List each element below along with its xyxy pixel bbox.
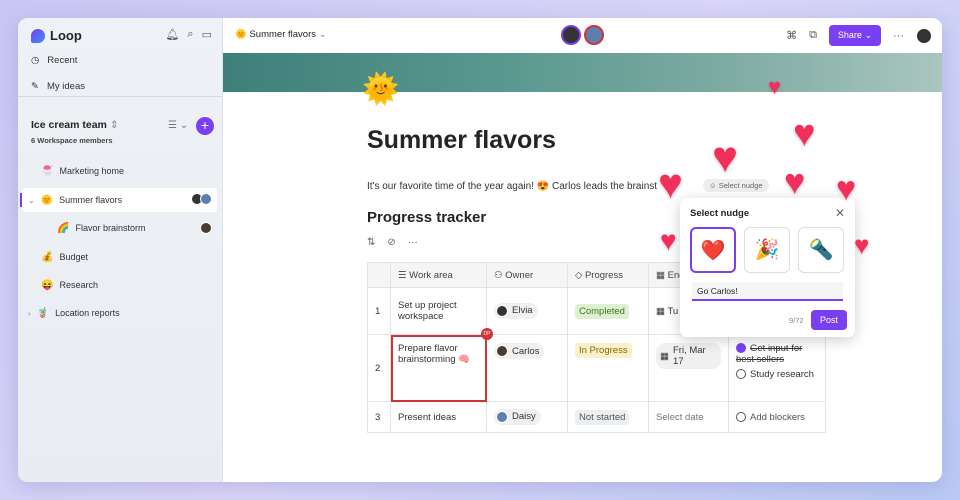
- nudge-party[interactable]: 🎉: [744, 227, 790, 273]
- copy-icon[interactable]: ⧉: [809, 29, 817, 42]
- workspace-members: 6 Workspace members: [31, 136, 113, 145]
- char-count: 9/72: [789, 316, 804, 325]
- nudge-heart[interactable]: ❤️: [690, 227, 736, 273]
- sidebar-item-summer-flavors[interactable]: ⌄ 🌞 Summer flavors: [20, 188, 217, 212]
- heart-icon: ♥: [836, 170, 857, 208]
- nav-my-ideas[interactable]: ✎ My ideas: [31, 81, 85, 92]
- owner-chip[interactable]: Carlos: [494, 343, 545, 359]
- heart-icon: ♥: [854, 230, 870, 260]
- sidebar-item-marketing-home[interactable]: 🍧 Marketing home: [22, 159, 217, 183]
- nudge-message-input[interactable]: Go Carlos!: [692, 282, 843, 301]
- search-icon[interactable]: ⌕: [187, 28, 193, 41]
- section-heading: Progress tracker: [367, 209, 487, 226]
- panel-icon[interactable]: ▭: [202, 28, 212, 41]
- status-badge[interactable]: In Progress: [575, 343, 632, 358]
- nav-label: My ideas: [46, 81, 85, 92]
- divider: [18, 96, 222, 97]
- share-button[interactable]: Share ⌄: [828, 25, 881, 46]
- heart-icon: ♥: [712, 133, 739, 182]
- paragraph: It's our favorite time of the year again…: [367, 181, 658, 192]
- ideas-icon: ✎: [31, 81, 39, 92]
- chevron-updown-icon: ⇕: [109, 119, 119, 131]
- more-icon[interactable]: ···: [408, 237, 418, 248]
- sidebar-item-research[interactable]: 😝 Research: [22, 273, 217, 297]
- heart-icon: ♥: [660, 225, 677, 256]
- page-breadcrumb[interactable]: 🌞 Summer flavors ⌄: [235, 29, 327, 40]
- owner-chip[interactable]: Elvia: [494, 302, 538, 319]
- app-name: Loop: [50, 28, 82, 43]
- work-cell[interactable]: Present ideas: [390, 401, 487, 433]
- loop-components-icon[interactable]: ⌘: [786, 29, 797, 42]
- task[interactable]: Study research: [736, 369, 818, 380]
- nudge-spotlight[interactable]: 🔦: [798, 227, 844, 273]
- sidebar-item-location-reports[interactable]: › 🧋 Location reports: [22, 301, 217, 325]
- add-button[interactable]: +: [196, 117, 214, 135]
- avatar[interactable]: [916, 27, 932, 44]
- heart-icon: ♥: [658, 160, 683, 207]
- table-row: 2 Prepare flavor brainstorming 🧠 DP Carlo…: [367, 328, 826, 402]
- owner-chip[interactable]: Daisy: [494, 408, 541, 425]
- heart-icon: ♥: [768, 74, 782, 99]
- post-button[interactable]: Post: [811, 310, 848, 330]
- nav-recent[interactable]: ◷ Recent: [31, 55, 77, 66]
- app-window: Loop 🔔︎ ⌕ ▭ ◷ Recent ✎ My ideas Ice cream te…: [18, 18, 942, 482]
- clock-icon: ◷: [31, 55, 40, 66]
- sidebar: Loop 🔔︎ ⌕ ▭ ◷ Recent ✎ My ideas Ice cream te…: [18, 18, 223, 482]
- more-icon[interactable]: ···: [893, 30, 904, 42]
- workspace-name[interactable]: Ice cream team ⇕: [31, 119, 119, 131]
- heart-icon: ♥: [793, 113, 816, 155]
- date-cell[interactable]: Select date: [648, 401, 729, 433]
- sort-icon[interactable]: ⇅: [367, 237, 375, 248]
- table-row: 3 Present ideas Daisy Not started Select …: [367, 401, 826, 433]
- collaborators: [561, 25, 604, 45]
- nav-label: Recent: [47, 55, 78, 66]
- task[interactable]: Add blockers: [728, 401, 826, 433]
- avatar: [200, 193, 212, 205]
- bell-icon[interactable]: 🔔︎: [165, 28, 179, 41]
- work-cell[interactable]: Set up project workspace: [390, 287, 487, 335]
- avatar: [561, 25, 581, 45]
- loop-logo-icon: [31, 28, 45, 43]
- nudge-popup: Select nudge ✕ ❤️ 🎉 🔦 Go Carlos! 9/72 Po…: [680, 198, 855, 337]
- hide-icon[interactable]: ⊘: [387, 237, 395, 248]
- heart-icon: ♥: [784, 161, 806, 202]
- app-logo[interactable]: Loop: [31, 28, 82, 43]
- avatar: [200, 222, 212, 234]
- status-badge[interactable]: Not started: [575, 409, 630, 425]
- page-emoji-icon[interactable]: 🌞: [362, 72, 399, 107]
- sidebar-item-budget[interactable]: 💰 Budget: [22, 245, 217, 269]
- top-bar: 🌞 Summer flavors ⌄ ⌘ ⧉ Share ⌄ ···: [223, 18, 942, 53]
- popup-title: Select nudge: [690, 208, 750, 219]
- chevron-down-icon: ⌄: [28, 195, 35, 205]
- cover-image: [223, 53, 942, 92]
- task-done[interactable]: Get input for best sellers: [736, 343, 818, 365]
- sort-menu-icon[interactable]: ☰ ⌄: [168, 120, 188, 131]
- page-title: Summer flavors: [367, 126, 556, 154]
- status-badge[interactable]: Completed: [575, 303, 629, 319]
- chevron-right-icon: ›: [28, 308, 31, 318]
- sidebar-item-flavor-brainstorm[interactable]: 🌈 Flavor brainstorm: [22, 216, 217, 240]
- avatar: [584, 25, 604, 45]
- presence-badge: DP: [481, 328, 493, 340]
- date-chip[interactable]: ▦ Fri, Mar 17: [656, 343, 721, 369]
- work-cell[interactable]: Prepare flavor brainstorming 🧠 DP: [390, 328, 493, 402]
